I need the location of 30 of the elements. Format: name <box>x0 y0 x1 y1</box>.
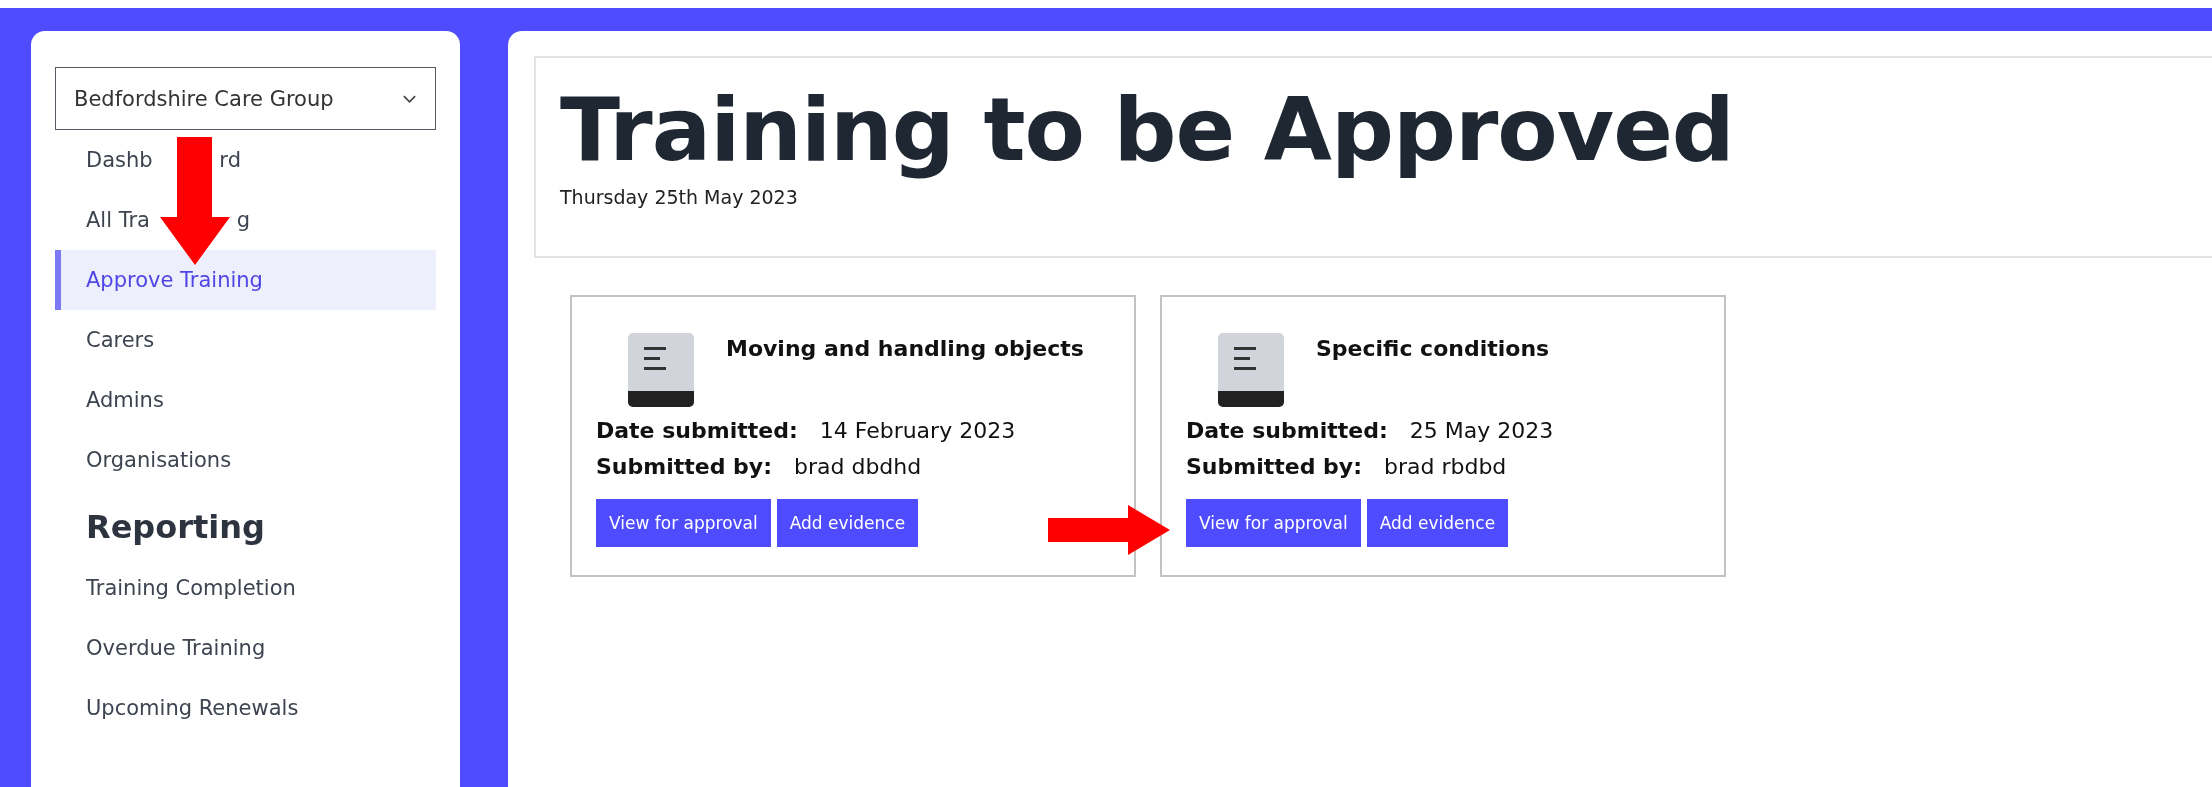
field-value: brad dbdhd <box>793 453 922 481</box>
field-value: 25 May 2023 <box>1409 417 1554 445</box>
nav-item[interactable]: Dashb rd <box>55 130 436 190</box>
add-evidence-button[interactable]: Add evidence <box>1366 499 1509 547</box>
nav-item[interactable]: Organisations <box>55 430 436 490</box>
view-button[interactable]: View for approval <box>1186 499 1361 547</box>
nav-item[interactable]: Overdue Training <box>55 618 436 678</box>
nav-item[interactable]: Admins <box>55 370 436 430</box>
organisation-select[interactable]: Bedfordshire Care Group <box>55 67 436 130</box>
view-button[interactable]: View for approval <box>596 499 771 547</box>
field-label: Submitted by: <box>596 453 772 481</box>
field-value: 14 February 2023 <box>819 417 1016 445</box>
field-value: brad rbdbd <box>1383 453 1507 481</box>
nav-item[interactable]: Training Completion <box>55 558 436 618</box>
add-evidence-button[interactable]: Add evidence <box>776 499 919 547</box>
nav-item[interactable]: Carers <box>55 310 436 370</box>
chevron-icon <box>402 93 417 104</box>
field-label: Date submitted: <box>596 417 798 445</box>
page-title: Training to be Approved <box>560 78 1735 182</box>
nav-item[interactable]: Upcoming Renewals <box>55 678 436 738</box>
document-icon <box>1218 333 1284 407</box>
field-label: Submitted by: <box>1186 453 1362 481</box>
nav-item[interactable]: Approve Training <box>55 250 436 310</box>
field-label: Date submitted: <box>1186 417 1388 445</box>
card-title: Moving and handling objects <box>726 335 1084 363</box>
card-title: Specific conditions <box>1316 335 1550 363</box>
page-date: Thursday 25th May 2023 <box>560 186 799 208</box>
section-heading: Reporting <box>85 507 266 548</box>
document-icon <box>628 333 694 407</box>
nav-item[interactable]: All Tra g <box>55 190 436 250</box>
